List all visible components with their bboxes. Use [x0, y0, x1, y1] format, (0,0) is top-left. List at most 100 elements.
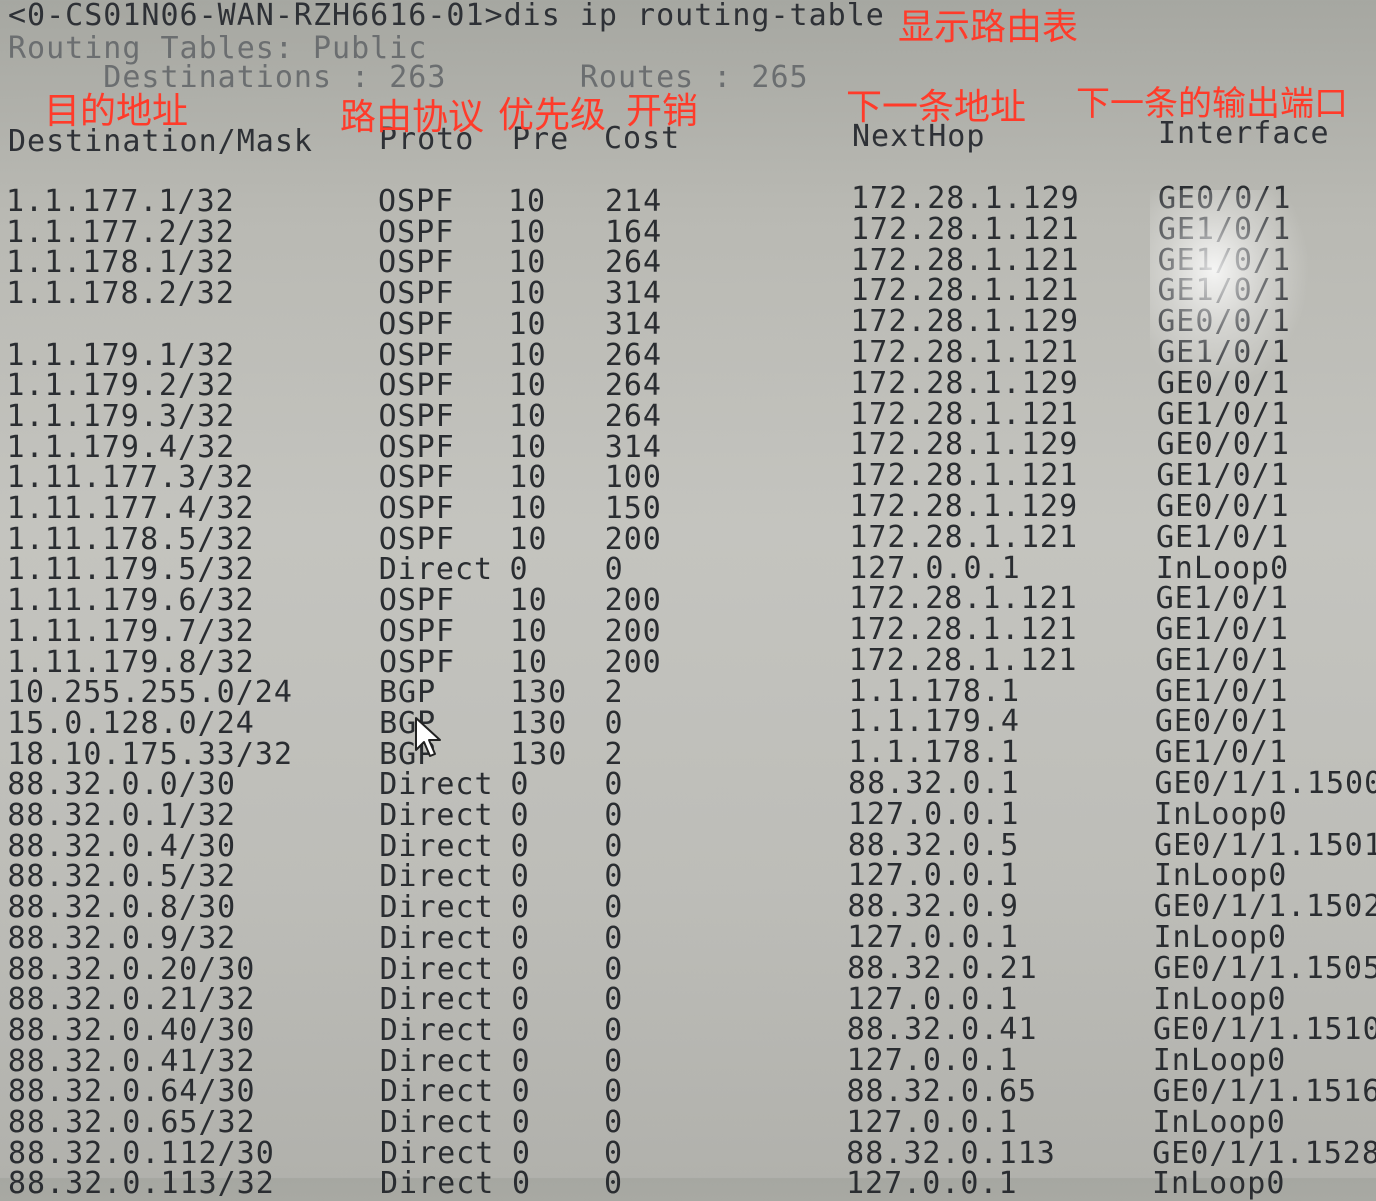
route-pre: 10	[508, 306, 547, 342]
route-pre: 0	[511, 920, 531, 956]
route-cost: 0	[604, 798, 624, 833]
route-proto: OSPF	[378, 644, 456, 680]
route-cost: 200	[604, 521, 662, 557]
route-interface: GE0/1/1.1516	[1152, 1074, 1376, 1110]
route-nexthop: 172.28.1.129	[850, 304, 1080, 340]
annotation-protocol: 路由协议	[340, 97, 485, 138]
route-interface: GE0/1/1.1510	[1152, 1012, 1376, 1048]
route-destination: 88.32.0.9/32	[7, 920, 237, 956]
route-cost: 2	[604, 675, 624, 711]
route-pre: 0	[510, 767, 530, 803]
route-destination: 1.11.179.7/32	[6, 613, 255, 649]
route-destination: 1.11.177.3/32	[6, 460, 255, 496]
route-destination: 10.255.255.0/24	[7, 675, 293, 711]
route-destination: 88.32.0.5/32	[7, 859, 237, 895]
route-pre: 0	[511, 982, 531, 1018]
route-destination: 1.1.179.3/32	[6, 398, 236, 434]
route-cost: 200	[604, 583, 662, 619]
route-cost: 164	[604, 214, 663, 250]
route-destination: 88.32.0.1/32	[7, 798, 236, 833]
route-interface: GE1/0/1	[1155, 612, 1289, 648]
route-destination: 88.32.0.41/32	[7, 1043, 256, 1079]
route-cost: 0	[604, 920, 624, 956]
route-pre: 10	[509, 583, 548, 619]
route-cost: 214	[605, 184, 663, 219]
route-pre: 10	[509, 491, 548, 526]
route-cost: 0	[604, 705, 624, 741]
route-cost: 0	[604, 859, 624, 895]
route-nexthop: 88.32.0.1	[848, 766, 1020, 802]
route-pre: 130	[510, 736, 568, 772]
route-nexthop: 88.32.0.5	[847, 827, 1020, 863]
route-cost: 264	[604, 368, 662, 404]
route-nexthop: 88.32.0.9	[847, 889, 1019, 925]
route-pre: 10	[509, 521, 548, 557]
route-interface: GE1/0/1	[1154, 735, 1289, 771]
route-interface: GE1/0/1	[1156, 396, 1291, 432]
route-destination: 88.32.0.0/30	[7, 767, 236, 803]
route-destination: 18.10.175.33/32	[7, 736, 294, 772]
route-nexthop: 1.1.178.1	[848, 735, 1020, 771]
route-cost: 0	[604, 828, 624, 864]
route-cost: 314	[604, 306, 663, 342]
route-proto: Direct	[379, 1105, 495, 1140]
route-interface: GE1/0/1	[1157, 242, 1292, 278]
route-destination: 1.1.178.1/32	[6, 245, 235, 281]
route-interface: InLoop0	[1153, 858, 1288, 894]
route-destination: 1.1.177.1/32	[6, 184, 235, 219]
route-destination: 88.32.0.64/30	[7, 1074, 256, 1110]
route-nexthop: 88.32.0.113	[846, 1135, 1056, 1171]
route-pre: 10	[508, 276, 547, 312]
route-cost: 314	[604, 276, 663, 312]
route-nexthop: 172.28.1.129	[851, 181, 1080, 216]
route-cost: 150	[604, 491, 662, 526]
route-nexthop: 172.28.1.121	[849, 396, 1079, 432]
route-destination: 1.1.178.2/32	[6, 276, 235, 312]
route-proto: Direct	[379, 767, 494, 803]
route-nexthop: 127.0.0.1	[849, 550, 1021, 586]
destinations-summary: Destinations : 263 Routes : 265	[8, 60, 809, 95]
route-nexthop: 172.28.1.129	[850, 365, 1079, 401]
route-cost: 0	[604, 1012, 624, 1048]
route-proto: Direct	[378, 552, 494, 588]
route-interface: InLoop0	[1153, 920, 1287, 956]
route-nexthop: 127.0.0.1	[847, 858, 1020, 894]
route-nexthop: 172.28.1.121	[849, 458, 1079, 494]
route-interface: GE1/0/1	[1157, 211, 1292, 247]
route-interface: InLoop0	[1153, 981, 1287, 1017]
route-interface: GE0/1/1.1528	[1152, 1135, 1376, 1171]
route-nexthop: 172.28.1.121	[850, 334, 1079, 370]
route-nexthop: 1.1.178.1	[848, 673, 1021, 709]
route-nexthop: 88.32.0.65	[846, 1074, 1038, 1110]
route-interface: GE1/0/1	[1155, 642, 1289, 678]
route-proto: Direct	[379, 859, 494, 895]
route-cost: 314	[604, 429, 662, 465]
annotation-cost: 开销	[626, 91, 699, 132]
route-pre: 0	[511, 1043, 531, 1079]
route-interface: GE1/0/1	[1155, 581, 1289, 617]
route-nexthop: 172.28.1.121	[848, 581, 1078, 617]
route-nexthop: 172.28.1.129	[849, 427, 1079, 463]
route-cost: 264	[604, 398, 662, 434]
route-proto: OSPF	[378, 276, 455, 312]
route-proto: Direct	[379, 951, 494, 987]
route-nexthop: 88.32.0.21	[847, 950, 1038, 986]
route-destination: 1.11.178.5/32	[6, 521, 255, 557]
route-destination: 88.32.0.112/30	[7, 1135, 275, 1171]
route-proto: OSPF	[378, 613, 456, 649]
route-cost: 200	[604, 644, 662, 680]
route-interface: GE0/1/1.1505	[1153, 950, 1376, 986]
route-nexthop: 172.28.1.121	[849, 519, 1079, 555]
route-proto: OSPF	[378, 491, 455, 526]
route-interface: GE1/0/1	[1157, 334, 1291, 370]
route-pre: 0	[511, 1105, 531, 1140]
route-nexthop: 127.0.0.1	[846, 981, 1019, 1017]
route-pre: 10	[509, 613, 548, 649]
route-interface: GE0/0/1	[1158, 181, 1292, 216]
route-pre: 10	[509, 460, 548, 496]
route-cost: 0	[604, 951, 624, 987]
route-interface: GE0/0/1	[1154, 704, 1289, 740]
route-cost: 200	[604, 613, 662, 649]
route-destination: 88.32.0.40/30	[7, 1012, 256, 1048]
route-pre: 10	[508, 245, 547, 281]
